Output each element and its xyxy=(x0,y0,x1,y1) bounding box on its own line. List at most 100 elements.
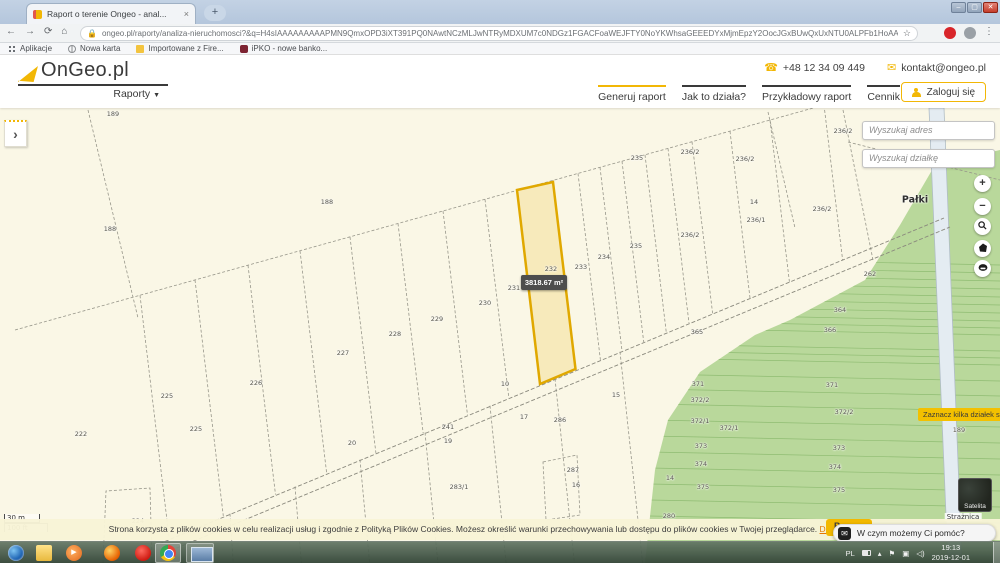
opera-taskbar-icon[interactable] xyxy=(135,545,151,561)
search-address-box xyxy=(862,120,995,139)
tab-close-icon[interactable]: × xyxy=(184,9,189,19)
parcel-number-label: 222 xyxy=(75,430,87,438)
parcel-number-label: 14 xyxy=(666,474,674,482)
hint-tooltip: Zaznacz kilka działek sąsiad xyxy=(918,408,1000,421)
new-tab-button[interactable]: + xyxy=(204,5,226,21)
parcel-number-label: 189 xyxy=(107,110,119,118)
tab-favicon xyxy=(33,10,42,19)
battery-icon[interactable] xyxy=(862,550,871,556)
parcel-number-label: 364 xyxy=(834,306,846,314)
parcel-number-label: 286 xyxy=(554,416,566,424)
parcel-number-label: 20 xyxy=(348,439,356,447)
taskbar: PL ▴ ⚑ ▣ ◁) 19:13 2019-12-01 xyxy=(0,541,1000,563)
phone-contact[interactable]: ☎ +48 12 34 09 449 xyxy=(764,61,865,74)
profile-icon[interactable] xyxy=(964,27,976,39)
search-magnifier-button[interactable] xyxy=(974,218,991,235)
parcel-number-label: 374 xyxy=(829,463,841,471)
login-button[interactable]: Zaloguj się xyxy=(901,82,986,102)
parcel-number-label: 262 xyxy=(864,270,876,278)
home-icon[interactable]: ⌂ xyxy=(61,26,67,37)
map-canvas[interactable]: 189188188235236/2236/2236/2236/214236/12… xyxy=(0,108,1000,563)
bookmark-item[interactable]: Importowane z Fire... xyxy=(136,44,223,53)
bookmark-item[interactable]: Aplikacje xyxy=(8,44,52,53)
email-contact[interactable]: ✉ kontakt@ongeo.pl xyxy=(887,61,986,74)
parcel-number-label: 236/2 xyxy=(736,155,755,163)
maximize-button[interactable]: ▢ xyxy=(967,2,982,13)
user-icon xyxy=(912,88,921,97)
parcel-number-label: 236/2 xyxy=(834,127,853,135)
cookie-text: Strona korzysta z plików cookies w celu … xyxy=(109,524,818,534)
logo-triangle-icon xyxy=(18,66,38,82)
language-indicator[interactable]: PL xyxy=(846,549,855,558)
bookmark-item[interactable]: Nowa karta xyxy=(68,44,120,53)
nav-item-przyk-adowy-raport[interactable]: Przykładowy raport xyxy=(762,85,851,103)
polygon-tool-button[interactable] xyxy=(974,240,991,257)
lock-icon: 🔒 xyxy=(87,29,97,38)
map-graphics xyxy=(0,108,1000,563)
back-icon[interactable]: ← xyxy=(6,26,16,37)
search-parcel-box xyxy=(862,148,995,167)
contact-info: ☎ +48 12 34 09 449 ✉ kontakt@ongeo.pl xyxy=(764,61,986,74)
ongeo-logo[interactable]: OnGeo.pl Raporty ▼ xyxy=(18,59,168,100)
nav-item-generuj-raport[interactable]: Generuj raport xyxy=(598,85,666,103)
chat-widget-button[interactable]: ✉ W czym możemy Ci pomóc? xyxy=(833,524,996,542)
bookmark-item[interactable]: iPKO - nowe banko... xyxy=(240,44,328,53)
show-desktop-button[interactable] xyxy=(993,542,1000,563)
parcel-number-label: 189 xyxy=(953,426,965,434)
extension-red-icon[interactable] xyxy=(944,27,956,39)
folder-icon xyxy=(136,45,144,53)
parcel-number-label: 375 xyxy=(697,483,709,491)
firefox-taskbar-icon[interactable] xyxy=(104,545,120,561)
address-bar[interactable]: 🔒 ongeo.pl/raporty/analiza-nieruchomosci… xyxy=(80,26,918,41)
parcel-number-label: 234 xyxy=(598,253,610,261)
taskbar-clock[interactable]: 19:13 2019-12-01 xyxy=(932,543,970,563)
apps-grid-icon xyxy=(8,45,16,53)
clock-date: 2019-12-01 xyxy=(932,553,970,563)
parcel-number-label: 228 xyxy=(389,330,401,338)
bookmark-label: Importowane z Fire... xyxy=(148,44,223,53)
chevron-down-icon: ▼ xyxy=(153,92,160,99)
parcel-number-label: 17 xyxy=(520,413,528,421)
parcel-number-label: 365 xyxy=(691,328,703,336)
parcel-number-label: 236/2 xyxy=(813,205,832,213)
search-parcel-input[interactable] xyxy=(862,149,995,168)
raporty-dropdown[interactable]: Raporty ▼ xyxy=(18,88,168,100)
chrome-taskbar-icon[interactable] xyxy=(160,545,176,561)
phone-icon: ☎ xyxy=(764,61,778,74)
network-icon[interactable]: ▣ xyxy=(902,549,909,558)
browser-menu-icon[interactable]: ⋮ xyxy=(984,26,994,37)
layer-switcher[interactable]: Satelita xyxy=(958,478,992,512)
zoom-out-button[interactable]: − xyxy=(974,198,991,215)
bookmark-label: Nowa karta xyxy=(80,44,120,53)
browser-tab[interactable]: Raport o terenie Ongeo - anal... × xyxy=(26,3,196,24)
zoom-in-button[interactable]: + xyxy=(974,175,991,192)
email-address: kontakt@ongeo.pl xyxy=(901,62,986,74)
window-controls: – ▢ ✕ xyxy=(951,2,998,13)
parcel-number-label: 14 xyxy=(750,198,758,206)
search-address-input[interactable] xyxy=(862,121,995,140)
media-player-taskbar-icon[interactable] xyxy=(66,545,82,561)
mail-icon: ✉ xyxy=(887,61,896,74)
forward-icon[interactable]: → xyxy=(25,26,35,37)
tray-expand-icon[interactable]: ▴ xyxy=(878,549,882,558)
speaker-icon[interactable]: ◁) xyxy=(916,549,924,558)
browser-tabstrip: Raport o terenie Ongeo - anal... × + – ▢… xyxy=(0,0,1000,24)
action-center-flag-icon[interactable]: ⚑ xyxy=(889,549,896,558)
start-button[interactable] xyxy=(8,545,24,561)
parcel-number-label: 373 xyxy=(695,442,707,450)
parcel-number-label: 236/2 xyxy=(681,148,700,156)
parcel-number-label: 236/1 xyxy=(747,216,766,224)
close-button[interactable]: ✕ xyxy=(983,2,998,13)
layers-button[interactable] xyxy=(974,260,991,277)
window-preview-taskbar-button[interactable] xyxy=(186,543,214,563)
parcel-number-label: 233 xyxy=(575,263,587,271)
explorer-taskbar-icon[interactable] xyxy=(36,545,52,561)
refresh-icon[interactable]: ⟳ xyxy=(44,26,52,37)
minimize-button[interactable]: – xyxy=(951,2,966,13)
nav-item-jak-to-dzia-a-[interactable]: Jak to działa? xyxy=(682,85,746,103)
system-tray: PL ▴ ⚑ ▣ ◁) 19:13 2019-12-01 xyxy=(846,542,970,563)
bookmark-star-icon[interactable]: ☆ xyxy=(903,28,911,39)
sidebar-toggle-button[interactable]: › xyxy=(4,120,27,147)
parcel-area-tooltip: 3818.67 m² xyxy=(521,275,567,290)
nav-item-cennik[interactable]: Cennik xyxy=(867,85,900,103)
